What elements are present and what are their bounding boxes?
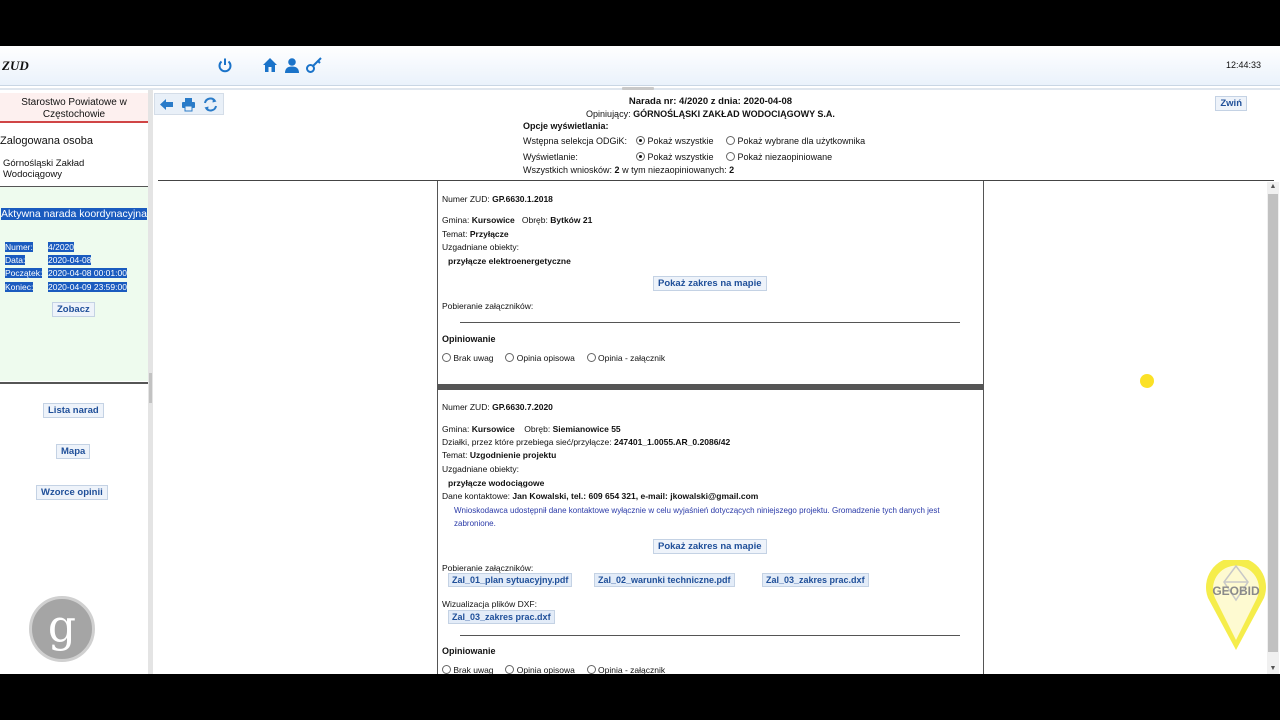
application-list: Numer ZUD: GP.6630.1.2018 Gmina: Kursowi… bbox=[437, 181, 984, 674]
sidebar-separator bbox=[0, 382, 148, 384]
topic: Temat: Przyłącze bbox=[442, 229, 509, 239]
show-on-map-button[interactable]: Pokaż zakres na mapie bbox=[653, 539, 767, 554]
app-window: ZUD 12:44:33 Starostwo Powiatowe w Częst… bbox=[0, 46, 1280, 674]
field-value-date: 2020-04-08 bbox=[48, 255, 92, 265]
top-header: ZUD 12:44:33 bbox=[0, 46, 1280, 86]
opinion-no-remarks[interactable]: Brak uwag bbox=[442, 665, 494, 674]
meeting-list-button[interactable]: Lista narad bbox=[43, 403, 104, 418]
zud-number: Numer ZUD: GP.6630.1.2018 bbox=[442, 194, 553, 204]
radio[interactable] bbox=[442, 665, 451, 674]
app-logo: ZUD bbox=[2, 58, 29, 73]
object-name: przyłącze wodociągowe bbox=[448, 478, 545, 488]
sidebar: Starostwo Powiatowe w Częstochowie Zalog… bbox=[0, 90, 148, 674]
radio[interactable] bbox=[505, 353, 515, 362]
power-icon[interactable] bbox=[216, 56, 234, 74]
logged-person-title: Zalogowana osoba bbox=[0, 135, 93, 147]
attachment-link[interactable]: Zal_03_zakres prac.dxf bbox=[762, 573, 869, 587]
zud-number: Numer ZUD: GP.6630.7.2020 bbox=[442, 402, 553, 412]
sidebar-splitter[interactable] bbox=[148, 90, 153, 674]
map-button[interactable]: Mapa bbox=[56, 444, 91, 459]
card-rule bbox=[460, 322, 960, 323]
clock: 12:44:33 bbox=[1225, 60, 1261, 70]
dxf-label: Wizualizacja plików DXF: bbox=[442, 599, 537, 609]
field-label: Numer: bbox=[5, 242, 33, 252]
opinion-options: Brak uwag Opinia opisowa Opinia - załącz… bbox=[442, 353, 665, 363]
object-name: przyłącze elektroenergetyczne bbox=[448, 256, 571, 266]
office-name: Starostwo Powiatowe w Częstochowie bbox=[0, 93, 148, 123]
attachment-link[interactable]: Zal_01_plan sytuacyjny.pdf bbox=[448, 573, 573, 587]
contact-data: Dane kontaktowe: Jan Kowalski, tel.: 609… bbox=[442, 491, 759, 501]
opinion-title: Opiniowanie bbox=[442, 334, 496, 344]
display-option-all[interactable]: Pokaż wszystkie bbox=[636, 152, 714, 162]
active-meeting-title: Aktywna narada koordynacyjna bbox=[1, 208, 147, 220]
selection-option-user[interactable]: Pokaż wybrane dla użytkownika bbox=[726, 136, 865, 146]
application-card: Numer ZUD: GP.6630.1.2018 Gmina: Kursowi… bbox=[438, 181, 983, 384]
objects-label: Uzgadniane obiekty: bbox=[442, 464, 520, 474]
objects-label: Uzgadniane obiekty: bbox=[442, 242, 520, 252]
user-icon[interactable] bbox=[283, 56, 301, 74]
opinion-title: Opiniowanie bbox=[442, 646, 496, 656]
field-value-start: 2020-04-08 00:01:00 bbox=[48, 268, 127, 278]
g-logo: g bbox=[29, 596, 95, 662]
totals-line: Wszystkich wniosków: 2 w tym niezaopinio… bbox=[523, 165, 735, 175]
field-label: Data: bbox=[5, 255, 26, 265]
radio-selected[interactable] bbox=[636, 136, 645, 145]
attachments-label: Pobieranie załączników: bbox=[442, 563, 534, 573]
radio[interactable] bbox=[586, 353, 596, 362]
topic: Temat: Uzgodnienie projektu bbox=[442, 450, 557, 460]
contact-notice: Wnioskodawca udostępnił dane kontaktowe … bbox=[454, 506, 940, 528]
view-meeting-button[interactable]: Zobacz bbox=[52, 302, 95, 317]
field-value-number: 4/2020 bbox=[48, 242, 74, 252]
active-meeting-panel: Aktywna narada koordynacyjna Numer: 4/20… bbox=[0, 187, 148, 381]
opinion-descriptive[interactable]: Opinia opisowa bbox=[505, 353, 575, 363]
logged-person-name: Górnośląski Zakład Wodociągowy bbox=[3, 158, 85, 180]
radio[interactable] bbox=[726, 136, 735, 145]
opinion-no-remarks[interactable]: Brak uwag bbox=[442, 353, 494, 363]
home-icon[interactable] bbox=[261, 56, 279, 74]
radio[interactable] bbox=[726, 152, 735, 161]
opinion-attachment[interactable]: Opinia - załącznik bbox=[586, 353, 665, 363]
radio[interactable] bbox=[442, 353, 451, 362]
location: Gmina: Kursowice Obręb: Siemianowice 55 bbox=[442, 424, 621, 434]
opinion-attachment[interactable]: Opinia - załącznik bbox=[586, 665, 665, 674]
display-options-title: Opcje wyświetlania: bbox=[523, 121, 609, 131]
radio[interactable] bbox=[586, 665, 596, 674]
meeting-reviewer: Opiniujący: GÓRNOŚLĄSKI ZAKŁAD WODOCIĄGO… bbox=[586, 109, 835, 119]
parcels: Działki, przez które przebiega sieć/przy… bbox=[442, 437, 731, 447]
letterbox-bottom bbox=[0, 674, 1280, 720]
opinion-templates-button[interactable]: Wzorce opinii bbox=[36, 485, 108, 500]
scroll-thumb[interactable] bbox=[1268, 194, 1278, 652]
selection-option-all[interactable]: Pokaż wszystkie bbox=[636, 136, 714, 146]
field-value-end: 2020-04-09 23:59:00 bbox=[48, 282, 127, 292]
radio-selected[interactable] bbox=[636, 152, 645, 161]
svg-text:GEOBID: GEOBID bbox=[1212, 584, 1260, 598]
key-icon[interactable] bbox=[305, 56, 323, 74]
show-on-map-button[interactable]: Pokaż zakres na mapie bbox=[653, 276, 767, 291]
attachments-label: Pobieranie załączników: bbox=[442, 301, 534, 311]
display-label: Wyświetlanie: bbox=[523, 152, 578, 162]
scroll-up-icon[interactable]: ▲ bbox=[1268, 182, 1278, 192]
display-option-unreviewed[interactable]: Pokaż niezaopiniowane bbox=[726, 152, 832, 162]
scroll-down-icon[interactable]: ▼ bbox=[1268, 664, 1278, 674]
radio[interactable] bbox=[505, 665, 515, 674]
vertical-scrollbar[interactable]: ▲ ▼ bbox=[1267, 182, 1279, 674]
splitter-handle[interactable] bbox=[149, 373, 152, 403]
header-resize-grip[interactable] bbox=[622, 87, 654, 90]
attachment-link[interactable]: Zal_02_warunki techniczne.pdf bbox=[594, 573, 735, 587]
geobid-logo: GEOBID bbox=[1206, 560, 1266, 650]
field-label: Początek: bbox=[5, 268, 43, 278]
card-rule bbox=[460, 635, 960, 636]
mouse-pointer-highlight bbox=[1140, 374, 1154, 388]
meeting-title: Narada nr: 4/2020 z dnia: 2020-04-08 bbox=[628, 96, 793, 107]
application-card: Numer ZUD: GP.6630.7.2020 Gmina: Kursowi… bbox=[438, 390, 983, 674]
dxf-link[interactable]: Zal_03_zakres prac.dxf bbox=[448, 610, 555, 624]
field-label: Koniec: bbox=[5, 282, 34, 292]
opinion-descriptive[interactable]: Opinia opisowa bbox=[505, 665, 575, 674]
letterbox-top bbox=[0, 0, 1280, 46]
location: Gmina: Kursowice Obręb: Bytków 21 bbox=[442, 215, 593, 225]
opinion-options: Brak uwag Opinia opisowa Opinia - załącz… bbox=[442, 665, 665, 674]
selection-label: Wstępna selekcja ODGiK: bbox=[523, 136, 628, 146]
